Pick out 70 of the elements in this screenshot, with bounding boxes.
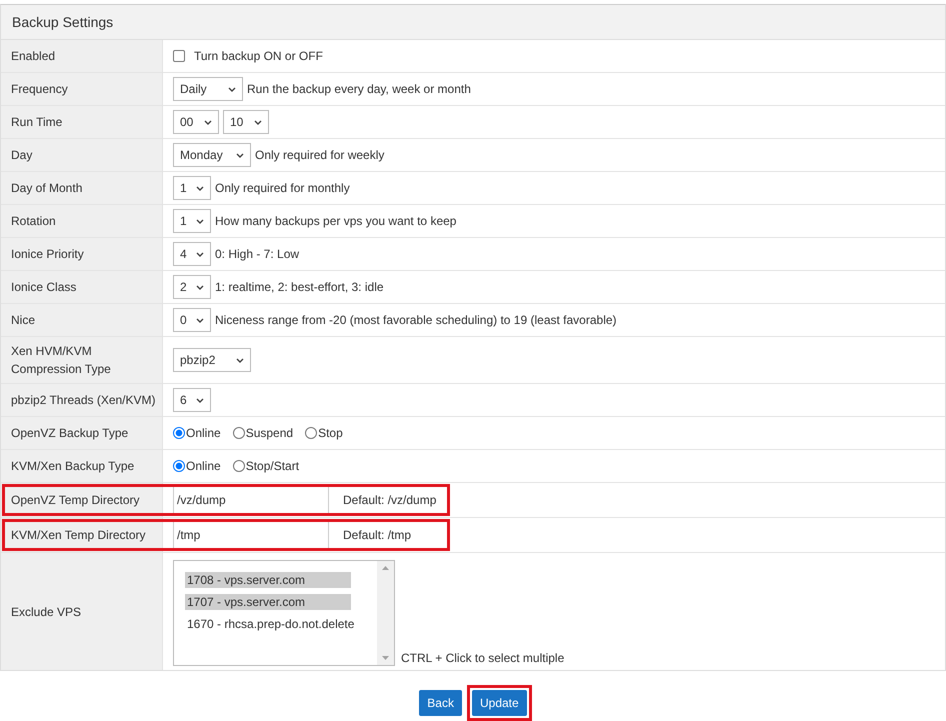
list-option[interactable]: 1670 - rhcsa.prep-do.not.delete [185, 616, 366, 632]
dropdown[interactable]: 00 [173, 110, 219, 134]
field-label: OpenVZ Backup Type [11, 425, 128, 442]
field-label: Ionice Class [11, 279, 76, 296]
radio-label: Online [186, 459, 221, 473]
chevron-icon [196, 398, 204, 402]
field-label: Day of Month [11, 180, 82, 197]
radio-button[interactable] [173, 427, 185, 439]
field-label: KVM/Xen Temp Directory [11, 527, 146, 544]
radio-button[interactable] [173, 460, 185, 472]
input-field[interactable]: /vz/dump [173, 486, 329, 514]
chevron-icon [254, 120, 262, 124]
radio-button[interactable] [232, 427, 245, 439]
chevron-icon [228, 86, 236, 92]
hint-text: Default: /vz/dump [343, 493, 436, 507]
scrollbar[interactable] [377, 561, 394, 665]
dropdown[interactable]: 1 [173, 176, 211, 200]
chevron-icon [204, 120, 212, 124]
field-label: Frequency [11, 81, 68, 98]
dropdown[interactable]: Daily [173, 77, 243, 101]
dropdown[interactable]: 1 [173, 209, 211, 233]
field-label: Xen HVM/KVM Compression Type [11, 343, 112, 378]
hint-text: CTRL + Click to select multiple [401, 651, 564, 665]
field-label: KVM/Xen Backup Type [11, 458, 134, 475]
panel-title: Backup Settings [12, 14, 114, 30]
chevron-icon [196, 186, 204, 190]
dropdown[interactable]: 10 [223, 110, 269, 134]
form-button[interactable]: Update [472, 690, 527, 716]
hint-text: Only required for weekly [255, 148, 384, 162]
radio-button[interactable] [232, 460, 245, 472]
radio-label: Online [186, 426, 221, 440]
list-box[interactable]: 1708 - vps.server.com 1707 - vps.server.com 1670 - rhcsa.prep-do.not.delete [173, 560, 395, 666]
chevron-icon [196, 318, 204, 322]
chevron-icon [196, 284, 204, 290]
checkbox[interactable] [173, 50, 185, 62]
hint-text: Only required for monthly [215, 181, 350, 195]
dropdown[interactable]: 4 [173, 242, 211, 266]
field-label: Day [11, 147, 32, 164]
hint-text: 0: High - 7: Low [215, 247, 300, 261]
hint-text: How many backups per vps you want to keep [215, 214, 456, 228]
field-label: Run Time [11, 114, 62, 131]
field-label: Rotation [11, 213, 56, 230]
dropdown[interactable]: pbzip2 [173, 348, 251, 372]
input-field[interactable]: /tmp [173, 521, 329, 549]
field-label: OpenVZ Temp Directory [11, 492, 140, 509]
form-button[interactable]: Back [419, 690, 462, 716]
field-label: Nice [11, 312, 36, 329]
chevron-icon [196, 218, 204, 224]
field-label: pbzip2 Threads (Xen/KVM) [11, 392, 156, 409]
chevron-icon [236, 152, 244, 158]
field-label: Exclude VPS [11, 604, 82, 620]
list-option[interactable]: 1708 - vps.server.com [185, 572, 351, 588]
hint-text: Turn backup ON or OFF [194, 49, 323, 63]
chevron-icon [196, 252, 204, 256]
radio-label: Stop [318, 426, 343, 440]
chevron-icon [236, 358, 244, 362]
dropdown[interactable]: 0 [173, 308, 211, 332]
dropdown[interactable]: 6 [173, 388, 211, 412]
list-option[interactable]: 1707 - vps.server.com [185, 594, 351, 610]
hint-text: Default: /tmp [343, 528, 412, 542]
field-label: Ionice Priority [11, 246, 84, 263]
dropdown[interactable]: Monday [173, 143, 251, 167]
hint-text: Niceness range from -20 (most favorable scheduling) to 19 (least favorable) [215, 313, 617, 327]
radio-label: Stop/Start [246, 459, 300, 473]
radio-button[interactable] [305, 427, 318, 439]
field-label: Enabled [11, 48, 56, 65]
dropdown[interactable]: 2 [173, 275, 211, 299]
hint-text: Run the backup every day, week or month [247, 82, 471, 96]
hint-text: 1: realtime, 2: best-effort, 3: idle [215, 280, 384, 294]
radio-label: Suspend [246, 426, 294, 440]
